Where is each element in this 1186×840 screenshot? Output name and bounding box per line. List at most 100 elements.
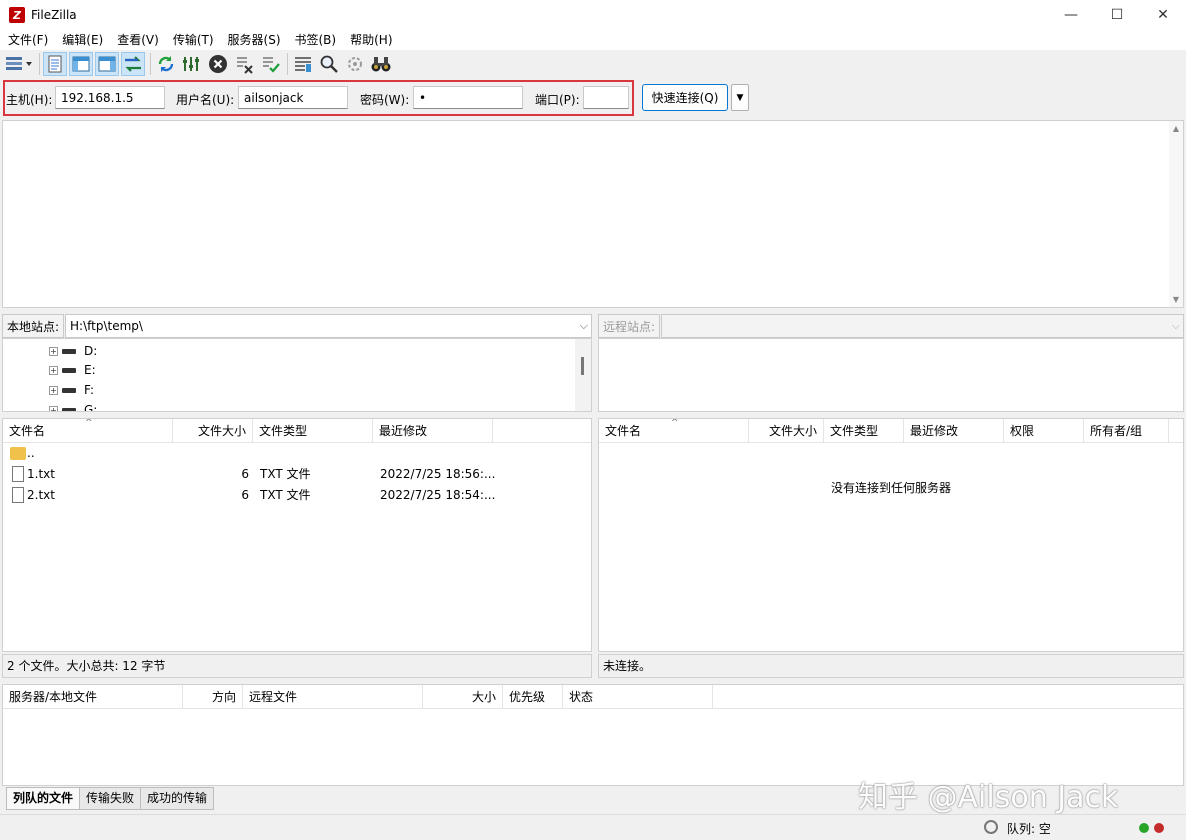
queue-status: 队列: 空: [1007, 822, 1051, 836]
process-queue-icon: [183, 57, 199, 71]
port-input[interactable]: [583, 86, 629, 109]
expand-icon[interactable]: +: [49, 405, 58, 411]
toggle-transfer-queue-button[interactable]: [121, 52, 145, 76]
remote-directory-tree[interactable]: [598, 338, 1184, 412]
process-queue-button[interactable]: [180, 52, 204, 76]
tab-queued-files[interactable]: 列队的文件: [6, 787, 81, 810]
directory-listing-filters-icon: [295, 57, 311, 72]
file-modified: 2022/7/25 18:56:...: [380, 467, 496, 481]
quickconnect-bar: 主机(H): 192.168.1.5 用户名(U): ailsonjack 密码…: [0, 78, 1186, 118]
column-server-local-file[interactable]: 服务器/本地文件: [3, 685, 183, 709]
local-file-list[interactable]: 文件名 ^ 文件大小 文件类型 最近修改 .. 1.txt 6 TXT 文件 20…: [2, 418, 592, 652]
tree-scrollbar[interactable]: [575, 339, 591, 411]
drive-icon: [62, 348, 76, 354]
column-filename[interactable]: 文件名 ^: [3, 419, 173, 443]
title-bar: Z FileZilla — ☐ ✕: [0, 0, 1186, 30]
reconnect-icon: [263, 57, 280, 73]
menu-help[interactable]: 帮助(H): [346, 30, 396, 50]
remote-file-list[interactable]: 文件名 ^ 文件大小 文件类型 最近修改 权限 所有者/组 没有连接到任何服务器: [598, 418, 1184, 652]
column-filetype[interactable]: 文件类型: [253, 419, 373, 443]
minimize-button[interactable]: —: [1048, 0, 1094, 30]
column-modified[interactable]: 最近修改: [904, 419, 1004, 443]
toolbar-separator: [39, 53, 40, 75]
username-label: 用户名(U):: [176, 93, 235, 107]
toggle-sync-browsing-button[interactable]: [317, 52, 341, 76]
column-modified[interactable]: 最近修改: [373, 419, 493, 443]
menu-file[interactable]: 文件(F): [4, 30, 52, 50]
column-status[interactable]: 状态: [563, 685, 713, 709]
message-log-scrollbar[interactable]: ▲ ▼: [1169, 121, 1183, 307]
table-row[interactable]: 1.txt 6 TXT 文件 2022/7/25 18:56:...: [3, 464, 591, 485]
quickconnect-button[interactable]: 快速连接(Q): [642, 84, 728, 111]
toggle-message-log-icon: [48, 55, 62, 73]
table-row[interactable]: 2.txt 6 TXT 文件 2022/7/25 18:54:...: [3, 485, 591, 506]
column-direction[interactable]: 方向: [183, 685, 243, 709]
site-manager-button[interactable]: [4, 52, 34, 76]
maximize-button[interactable]: ☐: [1094, 0, 1140, 30]
search-button[interactable]: [369, 52, 393, 76]
expand-icon[interactable]: +: [49, 385, 58, 395]
text-file-icon: [12, 466, 24, 482]
menu-bookmarks[interactable]: 书签(B): [291, 30, 341, 50]
menu-transfer[interactable]: 传输(T): [169, 30, 218, 50]
column-owner-group[interactable]: 所有者/组: [1084, 419, 1169, 443]
remote-site-label: 远程站点:: [598, 314, 661, 338]
queue-tabs: 列队的文件 传输失败 成功的传输: [6, 787, 215, 811]
local-path-combo[interactable]: H:\ftp\temp\ ⌵: [65, 314, 592, 338]
tree-item-g[interactable]: + G:: [49, 400, 97, 411]
menu-view[interactable]: 查看(V): [113, 30, 163, 50]
tab-failed-transfers[interactable]: 传输失败: [79, 787, 142, 810]
toggle-remote-tree-button[interactable]: [95, 52, 119, 76]
message-log[interactable]: ▲ ▼: [2, 120, 1184, 308]
remote-path-combo[interactable]: ⌵: [661, 314, 1184, 338]
host-input[interactable]: 192.168.1.5: [55, 86, 165, 109]
column-filesize[interactable]: 文件大小: [173, 419, 253, 443]
status-bar: 队列: 空: [0, 814, 1186, 840]
menu-server[interactable]: 服务器(S): [224, 30, 285, 50]
refresh-button[interactable]: [154, 52, 178, 76]
directory-listing-filters-button[interactable]: [291, 52, 315, 76]
tree-item-d[interactable]: + D:: [49, 341, 97, 361]
column-remote-file[interactable]: 远程文件: [243, 685, 423, 709]
scroll-up-icon[interactable]: ▲: [1169, 124, 1183, 133]
tree-item-e[interactable]: + E:: [49, 360, 96, 380]
scroll-down-icon[interactable]: ▼: [1169, 295, 1183, 304]
column-size[interactable]: 大小: [423, 685, 503, 709]
file-size: 6: [241, 467, 249, 481]
close-button[interactable]: ✕: [1140, 0, 1186, 30]
directory-comparison-button[interactable]: [343, 52, 367, 76]
disconnect-button[interactable]: [232, 52, 256, 76]
column-filesize[interactable]: 文件大小: [749, 419, 824, 443]
upload-led-icon: [1139, 823, 1149, 833]
table-row[interactable]: ..: [3, 443, 591, 464]
chevron-down-icon[interactable]: ⌵: [1172, 319, 1180, 333]
local-list-header: 文件名 ^ 文件大小 文件类型 最近修改: [3, 419, 591, 443]
expand-icon[interactable]: +: [49, 346, 58, 356]
column-permissions[interactable]: 权限: [1004, 419, 1084, 443]
toggle-local-tree-button[interactable]: [69, 52, 93, 76]
text-file-icon: [12, 487, 24, 503]
cancel-button[interactable]: [206, 52, 230, 76]
expand-icon[interactable]: +: [49, 365, 58, 375]
scrollbar-thumb[interactable]: [581, 357, 584, 375]
quickconnect-dropdown-button[interactable]: ▼: [731, 84, 749, 111]
username-input[interactable]: ailsonjack: [238, 86, 348, 109]
not-connected-message: 没有连接到任何服务器: [830, 481, 951, 495]
chevron-down-icon[interactable]: ⌵: [580, 319, 588, 333]
menu-edit[interactable]: 编辑(E): [58, 30, 107, 50]
column-filetype[interactable]: 文件类型: [824, 419, 904, 443]
toggle-remote-tree-icon: [98, 56, 116, 72]
reconnect-button[interactable]: [258, 52, 282, 76]
tab-successful-transfers[interactable]: 成功的传输: [140, 787, 215, 810]
toggle-local-tree-icon: [72, 56, 90, 72]
password-input[interactable]: •: [413, 86, 523, 109]
tree-item-f[interactable]: + F:: [49, 380, 94, 400]
tree-item-label: E:: [84, 363, 96, 377]
transfer-queue[interactable]: 服务器/本地文件 方向 远程文件 大小 优先级 状态: [2, 684, 1184, 786]
sort-ascending-icon: ^: [85, 418, 93, 428]
column-priority[interactable]: 优先级: [503, 685, 563, 709]
window-title: FileZilla: [31, 8, 77, 22]
local-directory-tree[interactable]: + D: + E: + F: + G:: [2, 338, 592, 412]
toggle-message-log-button[interactable]: [43, 52, 67, 76]
column-filename[interactable]: 文件名 ^: [599, 419, 749, 443]
